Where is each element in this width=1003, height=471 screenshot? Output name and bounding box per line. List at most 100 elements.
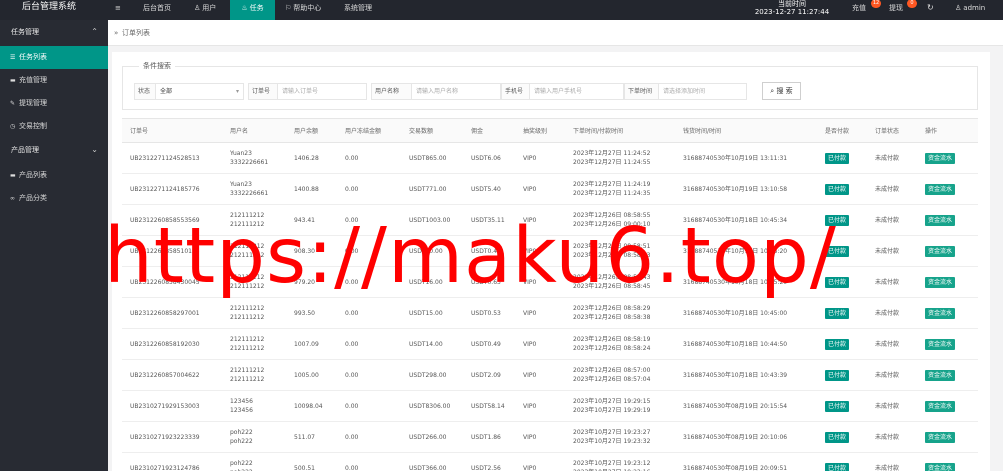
sidebar-item-label: 充值管理 <box>19 76 47 84</box>
order-time: 2023年10月27日 19:23:27 <box>573 429 651 436</box>
commission: USDT58.14 <box>463 390 515 422</box>
order-status: 未成付款 <box>867 266 917 298</box>
order-status: 未成付款 <box>867 390 917 422</box>
phone-input[interactable]: 请输入用户手机号 <box>530 83 624 100</box>
sidebar-item-recharge[interactable]: ▬ 充值管理 <box>0 69 108 92</box>
list-icon: ☰ <box>10 54 16 61</box>
menu-toggle-button[interactable]: ≡ <box>115 0 125 20</box>
trade-amount: USDT865.00 <box>401 142 463 174</box>
nav-home-label: 后台首页 <box>143 4 171 12</box>
fund-flow-button[interactable]: 资金流水 <box>925 462 956 471</box>
pay-time: 2023年10月27日 19:29:19 <box>573 407 651 414</box>
table-row: UB2312271124185776 Yuan23 3332226661 1400.8… <box>122 173 978 205</box>
paid-cell: 已付款 <box>817 142 867 174</box>
flame-icon: ♨ <box>241 4 248 12</box>
fund-flow-button[interactable]: 资金流水 <box>925 183 956 195</box>
frozen-amount: 0.00 <box>337 328 401 360</box>
order-times: 2023年12月27日 11:24:52 2023年12月27日 11:24:55 <box>565 142 675 174</box>
nav-system[interactable]: 系统管理 <box>344 0 372 20</box>
col-order-time: 下单时间/付款时间 <box>565 118 675 143</box>
trade-amount: USDT8306.00 <box>401 390 463 422</box>
fund-flow-button[interactable]: 资金流水 <box>925 152 956 164</box>
refresh-icon: ↻ <box>927 3 934 12</box>
breadcrumb-current[interactable]: 订单列表 <box>122 20 150 46</box>
commission: USDT2.56 <box>463 452 515 471</box>
order-time: 2023年10月27日 19:23:12 <box>573 460 651 467</box>
col-commission: 佣金 <box>463 118 515 143</box>
sidebar-group-products[interactable]: 产品管理 ⌄ <box>0 138 108 164</box>
nav-users[interactable]: ♙ 用户 <box>194 0 216 20</box>
fund-flow-button[interactable]: 资金流水 <box>925 214 956 226</box>
order-no: UB2312271124528513 <box>122 142 222 174</box>
breadcrumb: » 订单列表 <box>108 20 1003 46</box>
order-no: UB2312260857004622 <box>122 359 222 391</box>
paid-badge: 已付款 <box>825 400 850 412</box>
user-cell: Yuan23 3332226661 <box>222 142 286 174</box>
level: VIP0 <box>515 173 565 205</box>
fund-flow-button[interactable]: 资金流水 <box>925 307 956 319</box>
order-no-input[interactable]: 请输入订单号 <box>278 83 367 100</box>
top-navbar: 后台管理系统 ≡ 后台首页 ♙ 用户 ♨ 任务 ⚐ 帮助中心 系统管理 当前时间 20… <box>0 0 1003 20</box>
clock: 当前时间 2023-12-27 11:27:44 <box>752 0 832 16</box>
balance: 10098.04 <box>286 390 337 422</box>
settle-time: 31688740530年10月19日 13:11:31 <box>675 142 817 174</box>
sidebar-item-trade-control[interactable]: ◷ 交易控制 <box>0 115 108 138</box>
fund-flow-button[interactable]: 资金流水 <box>925 431 956 443</box>
nav-tasks-label: 任务 <box>249 4 264 12</box>
order-time-input[interactable]: 请选择添加时间 <box>659 83 747 100</box>
settle-time: 31688740530年08月19日 20:15:54 <box>675 390 817 422</box>
search-button[interactable]: ⌕ 搜 索 <box>762 82 801 100</box>
level: VIP0 <box>515 452 565 471</box>
sidebar-group-tasks[interactable]: 任务管理 ⌃ <box>0 20 108 46</box>
filter-legend: 条件搜索 <box>139 61 175 71</box>
fund-flow-button[interactable]: 资金流水 <box>925 276 956 288</box>
gauge-icon: ◷ <box>10 123 16 130</box>
order-no: UB2312271124185776 <box>122 173 222 205</box>
user-cell: 212111212 212111212 <box>222 328 286 360</box>
fund-flow-button[interactable]: 资金流水 <box>925 369 956 381</box>
settle-time: 31688740530年10月18日 10:44:50 <box>675 328 817 360</box>
user-menu-label: admin <box>963 4 986 12</box>
trade-amount: USDT14.00 <box>401 328 463 360</box>
user-name-input[interactable]: 请输入用户名称 <box>412 83 501 100</box>
user-phone: 212111212 <box>230 345 265 352</box>
status-select[interactable]: 全部 ▾ <box>156 83 244 100</box>
col-balance: 用户余额 <box>286 118 337 143</box>
actions-cell: 资金流水 <box>917 390 978 422</box>
balance: 1400.88 <box>286 173 337 205</box>
sidebar-item-product-list[interactable]: ▬ 产品列表 <box>0 164 108 187</box>
recharge-badge: 12 <box>871 0 881 8</box>
commission: USDT5.40 <box>463 173 515 205</box>
col-amount: 交易数额 <box>401 118 463 143</box>
nav-system-label: 系统管理 <box>344 4 372 12</box>
refresh-button[interactable]: ↻ <box>927 0 934 20</box>
sidebar-item-product-category[interactable]: ∞ 产品分类 <box>0 187 108 210</box>
settle-time: 31688740530年08月19日 20:09:51 <box>675 452 817 471</box>
caret-down-icon: ▾ <box>235 88 239 95</box>
clock-label: 当前时间 <box>778 0 806 8</box>
user-phone: 123456 <box>230 407 253 414</box>
col-level: 抽奖级别 <box>515 118 565 143</box>
withdraw-button[interactable]: 提现 <box>889 0 903 20</box>
nav-help[interactable]: ⚐ 帮助中心 <box>285 0 321 20</box>
paid-badge: 已付款 <box>825 462 850 471</box>
recharge-button[interactable]: 充值 <box>852 0 866 20</box>
balance: 1007.09 <box>286 328 337 360</box>
fund-flow-button[interactable]: 资金流水 <box>925 338 956 350</box>
user-menu[interactable]: ♙ admin <box>955 0 985 20</box>
user-name-label: 用户名称 <box>371 83 412 100</box>
nav-help-label: 帮助中心 <box>293 4 322 12</box>
recharge-label: 充值 <box>852 4 866 12</box>
sidebar-item-withdraw[interactable]: ✎ 提现管理 <box>0 92 108 115</box>
nav-tasks[interactable]: ♨ 任务 <box>230 0 275 20</box>
actions-cell: 资金流水 <box>917 142 978 174</box>
order-status: 未成付款 <box>867 142 917 174</box>
sidebar-item-task-list[interactable]: ☰ 任务列表 <box>0 46 108 69</box>
fund-flow-button[interactable]: 资金流水 <box>925 400 956 412</box>
balance: 500.51 <box>286 452 337 471</box>
col-order-no: 订单号 <box>122 118 222 143</box>
fund-flow-button[interactable]: 资金流水 <box>925 245 956 257</box>
nav-home[interactable]: 后台首页 <box>143 0 171 20</box>
commission: USDT6.06 <box>463 142 515 174</box>
order-status: 未成付款 <box>867 204 917 236</box>
